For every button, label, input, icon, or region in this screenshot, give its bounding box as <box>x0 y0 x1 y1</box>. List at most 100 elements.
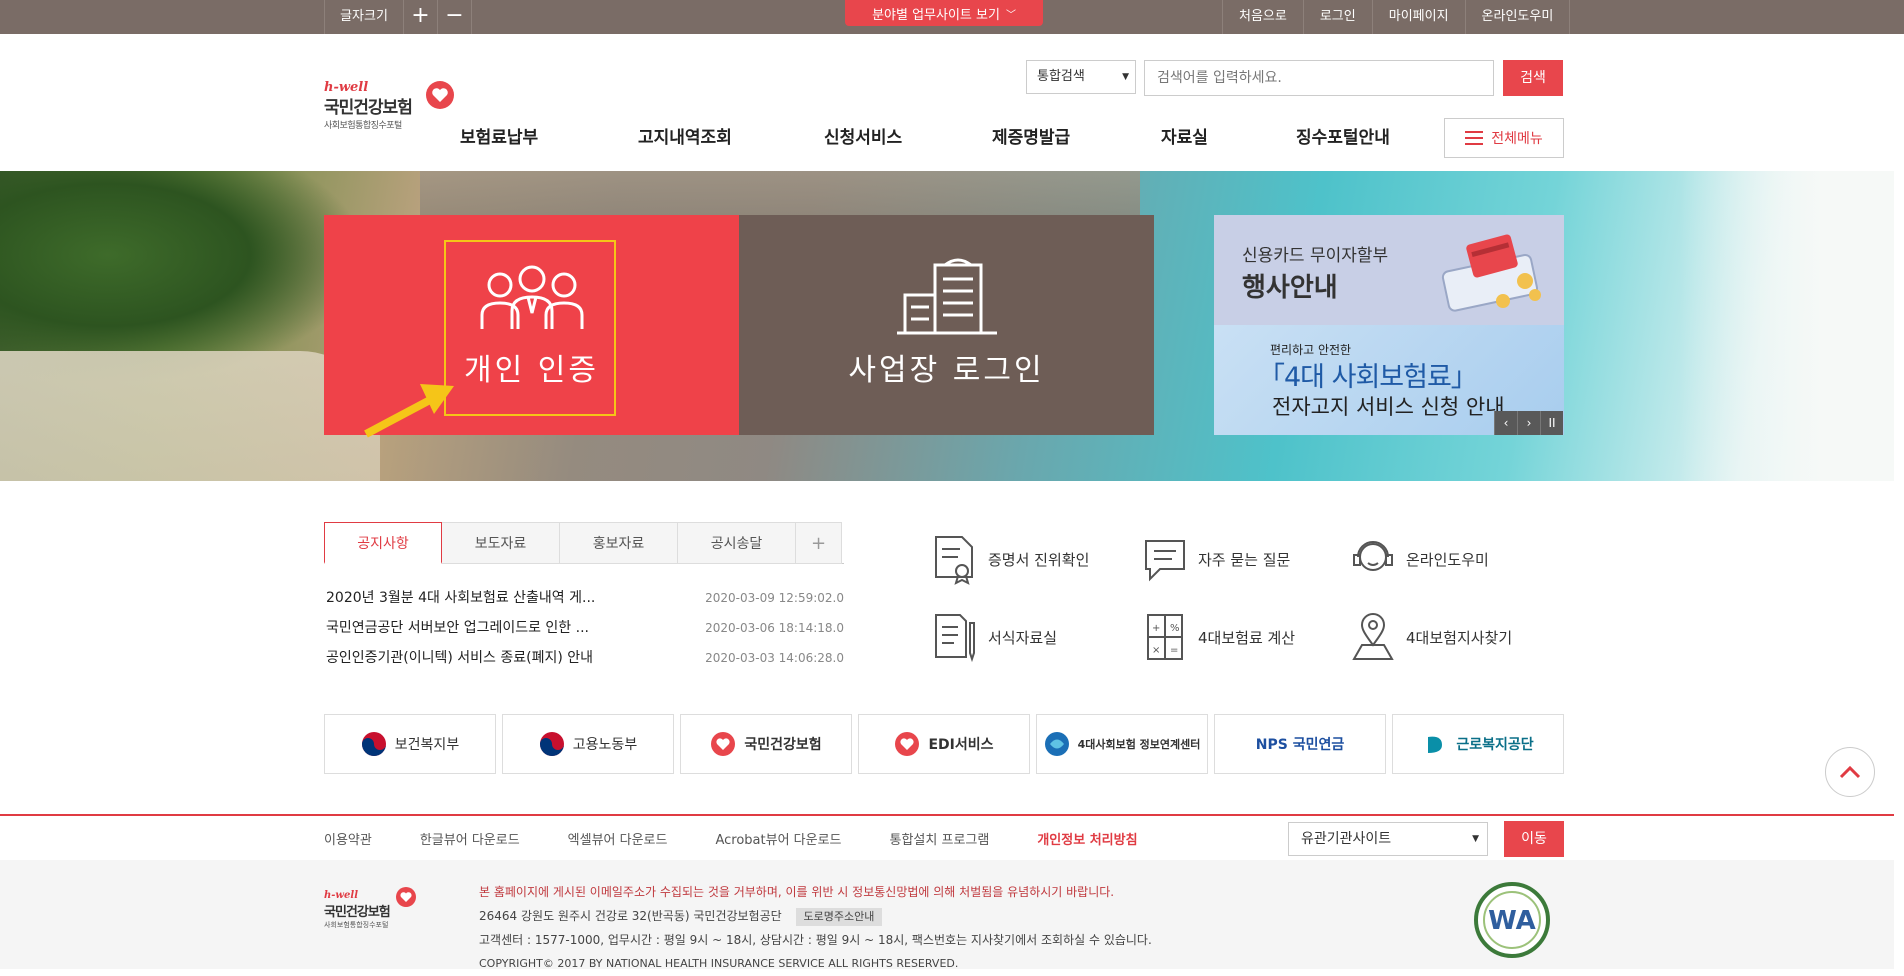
footer-contact: 고객센터 : 1577-1000, 업무시간 : 평일 9시 ~ 18시, 상담… <box>479 933 1152 947</box>
site-logo[interactable]: h-well 국민건강보험 사회보험통합징수포털 <box>324 80 454 140</box>
org-label: 보건복지부 <box>394 737 460 753</box>
org-moel[interactable]: 고용노동부 <box>502 714 674 774</box>
taegeuk-emblem-icon <box>361 732 386 756</box>
svg-text:=: = <box>1170 645 1178 656</box>
nav-item-portal-guide[interactable]: 징수포털안내 <box>1296 120 1390 156</box>
footer-logo: h-well 국민건강보험 사회보험통합징수포털 <box>324 887 424 940</box>
banner1-line1: 신용카드 무이자할부 <box>1242 246 1389 266</box>
search-button[interactable]: 검색 <box>1503 60 1563 96</box>
search-scope-select[interactable]: 통합검색 ▼ <box>1026 60 1136 94</box>
org-mohw[interactable]: 보건복지부 <box>324 714 496 774</box>
footer-address: 26464 강원도 원주시 건강로 32(반곡동) 국민건강보험공단 <box>479 909 782 923</box>
chevron-down-icon: ﹀ <box>1005 9 1016 21</box>
banner-prev-button[interactable]: ‹ <box>1494 411 1517 435</box>
quick-branch-finder[interactable]: 4대보험지사찾기 <box>1350 610 1550 664</box>
speech-bubble-icon <box>1145 540 1185 582</box>
field-sites-dropdown[interactable]: 분야별 업무사이트 보기 ﹀ <box>845 0 1043 26</box>
org-label: 4대사회보험 정보연계센터 <box>1077 738 1201 751</box>
org-label: EDI서비스 <box>928 737 994 753</box>
notice-date: 2020-03-06 18:14:18.0 <box>705 621 844 635</box>
org-edi[interactable]: EDI서비스 <box>858 714 1030 774</box>
footer-link-excel-viewer[interactable]: 엑셀뷰어 다운로드 <box>568 829 668 848</box>
notice-title: 2020년 3월분 4대 사회보험료 산출내역 게... <box>326 590 596 606</box>
business-login-label: 사업장 로그인 <box>848 353 1045 388</box>
list-item[interactable]: 국민연금공단 서버보안 업그레이드로 인한 ... 2020-03-06 18:… <box>326 615 844 645</box>
org-nhis[interactable]: 국민건강보험 <box>680 714 852 774</box>
footer-link-acrobat-viewer[interactable]: Acrobat뷰어 다운로드 <box>715 829 841 848</box>
nav-item-certificate[interactable]: 제증명발급 <box>992 120 1161 156</box>
caret-down-icon: ▼ <box>1472 834 1479 844</box>
heart-logo-icon <box>426 81 454 109</box>
notice-list: 2020년 3월분 4대 사회보험료 산출내역 게... 2020-03-09 … <box>326 585 844 675</box>
list-item[interactable]: 공인인증기관(이니텍) 서비스 종료(폐지) 안내 2020-03-03 14:… <box>326 645 844 675</box>
quick-faq[interactable]: 자주 묻는 질문 <box>1142 532 1342 586</box>
font-size-control: 글자크기 + − <box>324 0 472 34</box>
tab-notice[interactable]: 공지사항 <box>324 522 442 564</box>
related-sites-go-button[interactable]: 이동 <box>1504 821 1564 857</box>
notice-title: 국민연금공단 서버보안 업그레이드로 인한 ... <box>326 620 589 636</box>
top-link-login[interactable]: 로그인 <box>1302 0 1372 34</box>
certificate-icon <box>935 536 973 585</box>
caret-down-icon: ▼ <box>1122 72 1129 82</box>
swirl-emblem-icon <box>1044 732 1069 756</box>
taegeuk-emblem-icon <box>539 732 564 756</box>
org-comwel[interactable]: 근로복지공단 <box>1392 714 1564 774</box>
quick-label: 자주 묻는 질문 <box>1198 550 1291 569</box>
related-sites-value: 유관기관사이트 <box>1301 831 1392 847</box>
org-4insure-center[interactable]: 4대사회보험 정보연계센터 <box>1036 714 1208 774</box>
list-item[interactable]: 2020년 3월분 4대 사회보험료 산출내역 게... 2020-03-09 … <box>326 585 844 615</box>
org-label: NPS 국민연금 <box>1255 737 1345 753</box>
business-login-button[interactable]: 사업장 로그인 <box>739 215 1154 435</box>
banner2-line3: 전자고지 서비스 신청 안내 <box>1272 395 1505 419</box>
web-accessibility-badge-icon: WA <box>1474 882 1550 958</box>
notice-title: 공인인증기관(이니텍) 서비스 종료(폐지) 안내 <box>326 650 594 666</box>
font-decrease-button[interactable]: − <box>438 0 472 34</box>
footer-link-terms[interactable]: 이용약관 <box>324 829 372 848</box>
svg-text:%: % <box>1170 623 1180 634</box>
building-icon <box>897 258 997 335</box>
footer-info: 본 홈페이지에 게시된 이메일주소가 수집되는 것을 거부하며, 이를 위반 시… <box>479 880 1279 976</box>
footer-link-privacy[interactable]: 개인정보 처리방침 <box>1037 829 1137 848</box>
credit-card-phone-icon <box>1441 234 1541 312</box>
footer-link-installer[interactable]: 통합설치 프로그램 <box>890 829 990 848</box>
road-address-button[interactable]: 도로명주소안내 <box>795 908 883 926</box>
all-menu-button[interactable]: 전체메뉴 <box>1444 118 1564 158</box>
banner-pause-button[interactable]: II <box>1540 411 1563 435</box>
chevron-up-icon <box>1839 765 1861 779</box>
tab-press[interactable]: 보도자료 <box>442 522 560 564</box>
org-label: 고용노동부 <box>572 737 638 753</box>
top-link-mypage[interactable]: 마이페이지 <box>1371 0 1465 34</box>
search-scope-value: 통합검색 <box>1037 69 1085 84</box>
tab-public-notice[interactable]: 공시송달 <box>678 522 796 564</box>
org-nps[interactable]: NPS 국민연금 <box>1214 714 1386 774</box>
footer-link-hwp-viewer[interactable]: 한글뷰어 다운로드 <box>420 829 520 848</box>
related-sites-select[interactable]: 유관기관사이트 ▼ <box>1288 822 1488 856</box>
banner-next-button[interactable]: › <box>1517 411 1540 435</box>
headset-icon <box>1353 541 1393 571</box>
banner1-line2: 행사안내 <box>1242 273 1338 303</box>
quick-label: 온라인도우미 <box>1406 550 1489 569</box>
top-link-helper[interactable]: 온라인도우미 <box>1464 0 1571 34</box>
quick-calculator[interactable]: +% × = 4대보험료 계산 <box>1142 610 1342 664</box>
map-pin-icon <box>1352 613 1394 660</box>
quick-online-helper[interactable]: 온라인도우미 <box>1350 532 1550 586</box>
top-link-home[interactable]: 처음으로 <box>1222 0 1303 34</box>
banner2-line2: 「4대 사회보험료」 <box>1258 362 1478 393</box>
scroll-to-top-button[interactable] <box>1825 747 1875 797</box>
quick-certificate-verify[interactable]: 증명서 진위확인 <box>932 532 1132 586</box>
calculator-icon: +% × = <box>1147 614 1183 660</box>
nav-item-notice-inquiry[interactable]: 고지내역조회 <box>638 120 824 156</box>
nav-item-application[interactable]: 신청서비스 <box>824 120 992 156</box>
quick-forms[interactable]: 서식자료실 <box>932 610 1132 664</box>
document-pen-icon <box>935 614 975 663</box>
nav-item-payment[interactable]: 보험료납부 <box>460 120 638 156</box>
tab-promotion[interactable]: 홍보자료 <box>560 522 678 564</box>
main-navigation: 보험료납부 고지내역조회 신청서비스 제증명발급 자료실 징수포털안내 <box>460 120 1390 156</box>
notice-more-button[interactable]: + <box>796 522 842 564</box>
banner-card-installment[interactable]: 신용카드 무이자할부 행사안내 <box>1214 215 1564 325</box>
nav-item-archive[interactable]: 자료실 <box>1161 120 1296 156</box>
search-input[interactable] <box>1144 60 1494 96</box>
font-increase-button[interactable]: + <box>404 0 438 34</box>
quick-label: 증명서 진위확인 <box>988 550 1090 569</box>
hero-sand <box>0 351 380 481</box>
